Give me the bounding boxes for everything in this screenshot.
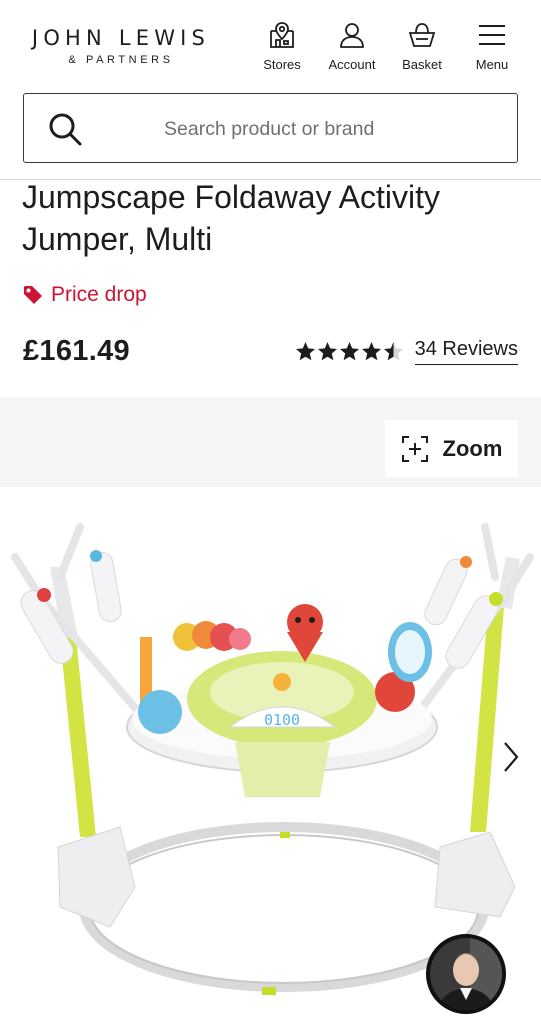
svg-text:0100: 0100: [264, 711, 300, 729]
stores-icon: [270, 22, 294, 48]
basket-icon: [408, 23, 436, 47]
zoom-label: Zoom: [442, 435, 503, 461]
reviews-link[interactable]: 34 Reviews: [414, 338, 518, 365]
nav-stores[interactable]: Stores: [247, 20, 317, 72]
zoom-button[interactable]: Zoom: [385, 420, 518, 477]
nav-label: Account: [328, 57, 376, 72]
star-icon: [383, 342, 403, 361]
star-rating: [295, 341, 405, 362]
nav-basket[interactable]: Basket: [387, 20, 457, 72]
menu-icon: [479, 25, 505, 45]
zoom-icon: [401, 435, 428, 462]
product-gallery[interactable]: 0100: [0, 487, 541, 1024]
star-icon: [295, 342, 315, 361]
logo-main-text: JOHN LEWIS: [31, 26, 211, 50]
star-icon: [317, 342, 337, 361]
site-header: JOHN LEWIS & PARTNERS Stores Account Bas…: [0, 0, 541, 92]
search-box[interactable]: [23, 93, 518, 163]
chat-assistant-avatar[interactable]: [426, 934, 506, 1014]
star-icon: [339, 342, 359, 361]
nav-menu[interactable]: Menu: [457, 20, 527, 72]
search-input[interactable]: [164, 112, 484, 146]
nav-account[interactable]: Account: [317, 20, 387, 72]
star-icon: [361, 342, 381, 361]
price-drop-label: Price drop: [51, 283, 147, 306]
price-drop-badge: Price drop: [23, 283, 147, 307]
search-icon[interactable]: [47, 111, 83, 147]
tag-icon: [24, 286, 42, 304]
nav-label: Basket: [402, 57, 442, 72]
logo[interactable]: JOHN LEWIS & PARTNERS: [26, 26, 216, 66]
account-icon: [340, 23, 364, 48]
product-price: £161.49: [23, 335, 130, 367]
person-avatar-icon: [430, 938, 502, 1010]
product-title: Jumpscape Foldaway Activity Jumper, Mult…: [22, 179, 440, 257]
product-rating[interactable]: 34 Reviews: [295, 338, 518, 365]
product-page: JOHN LEWIS & PARTNERS Stores Account Bas…: [0, 0, 541, 1024]
gallery-toolbar: Zoom: [0, 397, 541, 487]
header-nav: Stores Account Basket Menu: [247, 20, 527, 72]
nav-label: Menu: [475, 57, 509, 72]
logo-sub-text: & PARTNERS: [68, 54, 174, 66]
nav-label: Stores: [263, 57, 301, 72]
next-image-arrow[interactable]: [497, 737, 523, 777]
